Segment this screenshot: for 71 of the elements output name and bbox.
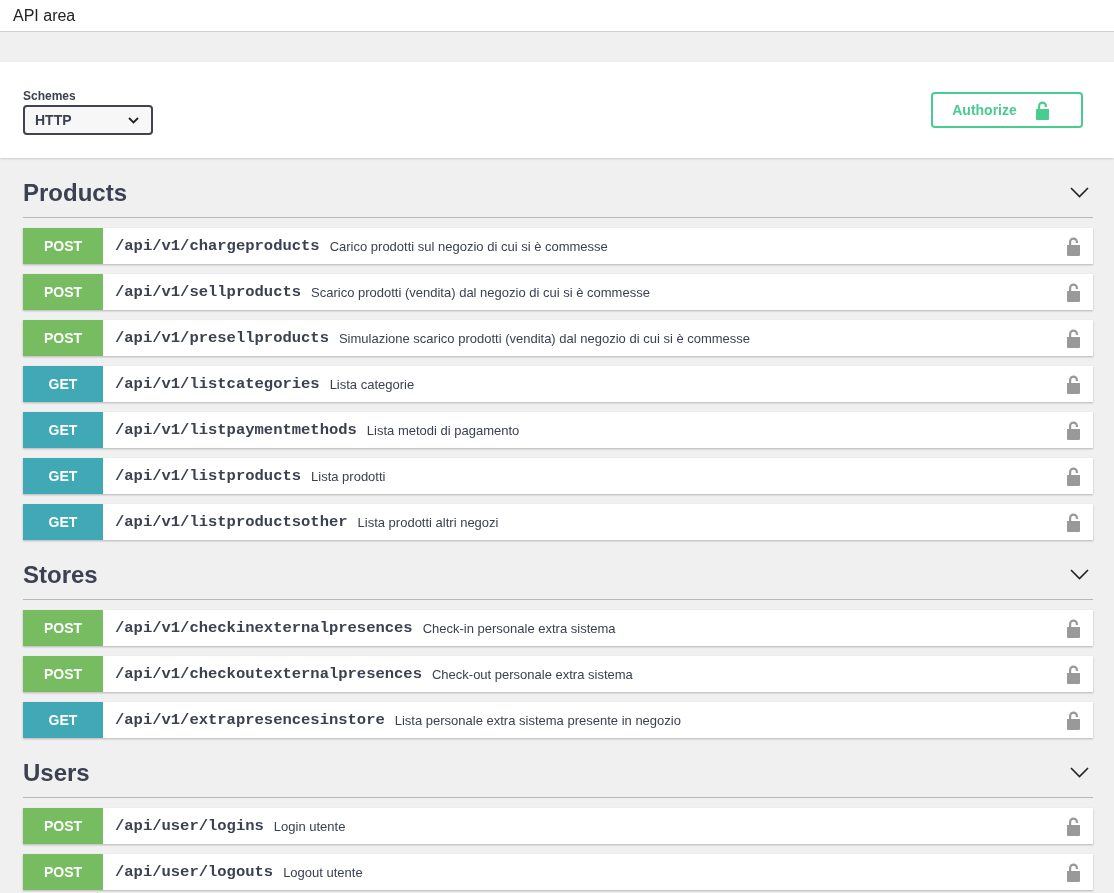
chevron-icon[interactable]	[1070, 187, 1089, 198]
method-badge: GET	[23, 366, 103, 402]
method-badge: POST	[23, 610, 103, 646]
unlocked-padlock-icon	[1066, 374, 1081, 394]
operation-row[interactable]: POST /api/user/logins Login utente	[23, 808, 1093, 844]
unlocked-padlock-icon	[1066, 618, 1081, 638]
unlocked-padlock-icon	[1066, 282, 1081, 302]
unlocked-padlock-icon	[1066, 816, 1081, 836]
endpoint-path: /api/v1/listpaymentmethods	[115, 421, 357, 439]
endpoint-path: /api/user/logouts	[115, 863, 274, 881]
operation-row[interactable]: GET /api/v1/listpaymentmethods Lista metodi di pagamento	[23, 412, 1093, 448]
method-badge: POST	[23, 274, 103, 310]
endpoint-path: /api/v1/chargeproducts	[115, 237, 320, 255]
operation-row[interactable]: POST /api/v1/presellproducts Simulazione scarico prodotti (vendita) dal negozio di cui si è commesse	[23, 320, 1093, 356]
endpoint-summary: Scarico prodotti (vendita) dal negozio di cui si è commesse	[311, 284, 651, 300]
endpoint-summary: Lista prodotti altri negozi	[357, 514, 500, 530]
method-badge: POST	[23, 320, 103, 356]
section-title: Products	[23, 178, 127, 207]
operation-row[interactable]: POST /api/v1/chargeproducts Carico prodotti sul negozio di cui si è commesse	[23, 228, 1093, 264]
unlocked-padlock-icon	[1066, 236, 1081, 256]
operation-row[interactable]: POST /api/v1/checkinexternalpresences Check-in personale extra sistema	[23, 610, 1093, 646]
method-badge: GET	[23, 504, 103, 540]
schemes-select[interactable]: HTTP	[23, 105, 153, 135]
method-badge: POST	[23, 854, 103, 890]
unlocked-padlock-icon	[1034, 100, 1050, 120]
endpoint-path: /api/v1/extrapresencesinstore	[115, 711, 385, 729]
endpoint-summary: Lista metodi di pagamento	[366, 422, 521, 438]
endpoint-summary: Lista categorie	[329, 376, 416, 392]
endpoint-summary: Simulazione scarico prodotti (vendita) dal negozio di cui si è commesse	[338, 330, 752, 346]
endpoint-path: /api/v1/presellproducts	[115, 329, 329, 347]
endpoint-path: /api/v1/listcategories	[115, 375, 320, 393]
unlocked-padlock-icon	[1066, 328, 1081, 348]
unlocked-padlock-icon	[1066, 512, 1081, 532]
unlocked-padlock-icon	[1066, 862, 1081, 882]
endpoint-summary: Logout utente	[283, 864, 364, 880]
operation-row[interactable]: GET /api/v1/extrapresencesinstore Lista personale extra sistema presente in negozio	[23, 702, 1093, 738]
endpoint-path: /api/v1/sellproducts	[115, 283, 302, 301]
section-title: Users	[23, 758, 90, 787]
operation-row[interactable]: POST /api/user/logouts Logout utente	[23, 854, 1093, 890]
section-title: Stores	[23, 560, 98, 589]
endpoint-summary: Carico prodotti sul negozio di cui si è commesse	[329, 238, 609, 254]
endpoint-summary: Check-in personale extra sistema	[422, 620, 617, 636]
operation-row[interactable]: GET /api/v1/listproductsother Lista prodotti altri negozi	[23, 504, 1093, 540]
endpoint-summary: Login utente	[273, 818, 347, 834]
endpoint-path: /api/v1/listproducts	[115, 467, 302, 485]
method-badge: GET	[23, 702, 103, 738]
method-badge: POST	[23, 808, 103, 844]
endpoint-path: /api/v1/checkinexternalpresences	[115, 619, 413, 637]
endpoint-path: /api/v1/listproductsother	[115, 513, 348, 531]
schemes-label: Schemes	[23, 89, 77, 103]
unlocked-padlock-icon	[1066, 664, 1081, 684]
endpoint-summary: Lista personale extra sistema presente in negozio	[394, 712, 682, 728]
caret-icon	[128, 116, 139, 124]
endpoint-path: /api/v1/checkoutexternalpresences	[115, 665, 422, 683]
endpoint-path: /api/user/logins	[115, 817, 264, 835]
method-badge: GET	[23, 458, 103, 494]
method-badge: GET	[23, 412, 103, 448]
operation-row[interactable]: POST /api/v1/checkoutexternalpresences Check-out personale extra sistema	[23, 656, 1093, 692]
page-title: API area	[13, 6, 76, 25]
unlocked-padlock-icon	[1066, 466, 1081, 486]
method-badge: POST	[23, 228, 103, 264]
unlocked-padlock-icon	[1066, 420, 1081, 440]
endpoint-summary: Lista prodotti	[311, 468, 387, 484]
operation-row[interactable]: POST /api/v1/sellproducts Scarico prodotti (vendita) dal negozio di cui si è commesse	[23, 274, 1093, 310]
operation-row[interactable]: GET /api/v1/listproducts Lista prodotti	[23, 458, 1093, 494]
chevron-icon[interactable]	[1070, 767, 1089, 778]
operation-row[interactable]: GET /api/v1/listcategories Lista categorie	[23, 366, 1093, 402]
chevron-icon[interactable]	[1070, 569, 1089, 580]
unlocked-padlock-icon	[1066, 710, 1081, 730]
endpoint-summary: Check-out personale extra sistema	[431, 666, 634, 682]
method-badge: POST	[23, 656, 103, 692]
